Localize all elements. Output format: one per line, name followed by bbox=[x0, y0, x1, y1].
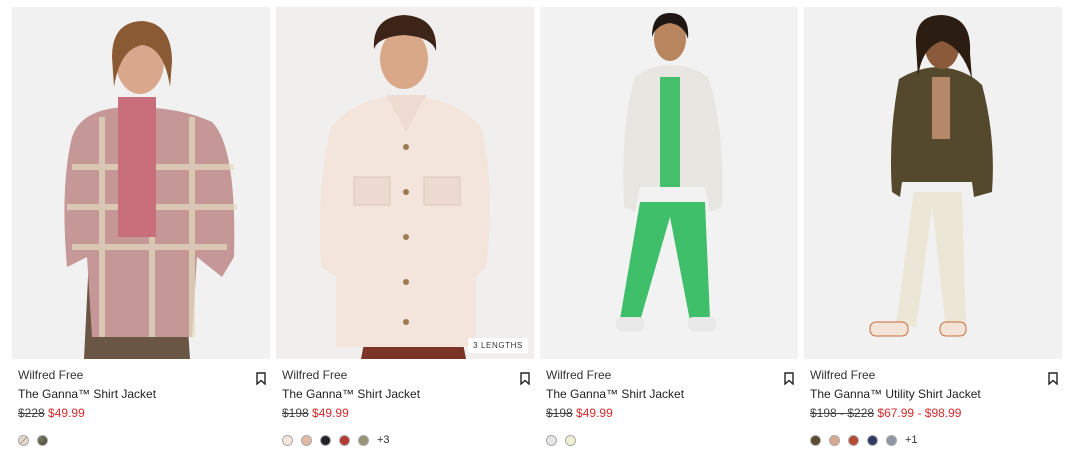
color-swatch[interactable] bbox=[546, 434, 557, 446]
model-white-shirt-jacket-green-pants-image bbox=[540, 7, 798, 359]
original-price: $198 - $228 bbox=[810, 406, 875, 420]
bookmark-icon[interactable] bbox=[518, 370, 532, 386]
color-swatch[interactable] bbox=[339, 434, 350, 446]
color-swatch[interactable] bbox=[867, 434, 878, 446]
bookmark-icon[interactable] bbox=[782, 370, 796, 386]
product-price: $228 $49.99 bbox=[18, 406, 264, 421]
product-name[interactable]: The Ganna™ Shirt Jacket bbox=[546, 387, 792, 402]
color-swatch[interactable] bbox=[301, 434, 312, 446]
product-brand: Wilfred Free bbox=[546, 368, 612, 382]
product-image[interactable]: 3 LENGTHS bbox=[276, 7, 534, 359]
lengths-badge: 3 LENGTHS bbox=[468, 338, 528, 353]
sale-price: $67.99 - $98.99 bbox=[877, 406, 962, 420]
more-colors-count[interactable]: +3 bbox=[377, 434, 390, 446]
model-red-plaid-shirt-jacket-image bbox=[12, 7, 270, 359]
product-brand: Wilfred Free bbox=[18, 368, 84, 382]
sale-price: $49.99 bbox=[48, 406, 85, 420]
bookmark-icon[interactable] bbox=[1046, 370, 1060, 386]
color-swatch[interactable] bbox=[37, 434, 48, 446]
product-brand: Wilfred Free bbox=[810, 368, 876, 382]
sale-price: $49.99 bbox=[312, 406, 349, 420]
product-price: $198 $49.99 bbox=[282, 406, 528, 421]
original-price: $198 bbox=[282, 406, 309, 420]
model-cream-shirt-jacket-image bbox=[276, 7, 534, 359]
product-brand: Wilfred Free bbox=[282, 368, 348, 382]
color-swatches: +1 bbox=[810, 433, 1056, 447]
product-image[interactable] bbox=[804, 7, 1062, 359]
product-card[interactable]: Wilfred Free The Ganna™ Utility Shirt Ja… bbox=[804, 7, 1062, 447]
product-image[interactable] bbox=[540, 7, 798, 359]
product-price: $198 $49.99 bbox=[546, 406, 792, 421]
product-price: $198 - $228 $67.99 - $98.99 bbox=[810, 406, 1056, 421]
model-olive-utility-shirt-jacket-image bbox=[804, 7, 1062, 359]
product-card[interactable]: Wilfred Free The Ganna™ Shirt Jacket $19… bbox=[540, 7, 798, 447]
color-swatch[interactable] bbox=[810, 434, 821, 446]
original-price: $228 bbox=[18, 406, 45, 420]
color-swatches bbox=[546, 433, 792, 447]
sale-price: $49.99 bbox=[576, 406, 613, 420]
original-price: $198 bbox=[546, 406, 573, 420]
color-swatch[interactable] bbox=[282, 434, 293, 446]
color-swatch[interactable] bbox=[320, 434, 331, 446]
product-name[interactable]: The Ganna™ Utility Shirt Jacket bbox=[810, 387, 1056, 402]
color-swatch[interactable] bbox=[358, 434, 369, 446]
color-swatch[interactable] bbox=[848, 434, 859, 446]
product-card[interactable]: 3 LENGTHS Wilfred Free The Ganna™ Shirt … bbox=[276, 7, 534, 447]
color-swatches bbox=[18, 433, 264, 447]
color-swatch[interactable] bbox=[565, 434, 576, 446]
product-image[interactable] bbox=[12, 7, 270, 359]
color-swatch[interactable] bbox=[886, 434, 897, 446]
color-swatches: +3 bbox=[282, 433, 528, 447]
color-swatch[interactable] bbox=[18, 434, 29, 446]
more-colors-count[interactable]: +1 bbox=[905, 434, 918, 446]
product-name[interactable]: The Ganna™ Shirt Jacket bbox=[18, 387, 264, 402]
bookmark-icon[interactable] bbox=[254, 370, 268, 386]
product-name[interactable]: The Ganna™ Shirt Jacket bbox=[282, 387, 528, 402]
color-swatch[interactable] bbox=[829, 434, 840, 446]
product-card[interactable]: Wilfred Free The Ganna™ Shirt Jacket $22… bbox=[12, 7, 270, 447]
product-grid: Wilfred Free The Ganna™ Shirt Jacket $22… bbox=[0, 0, 1080, 461]
